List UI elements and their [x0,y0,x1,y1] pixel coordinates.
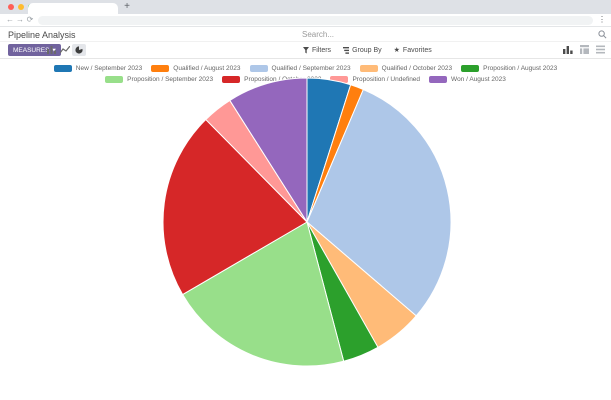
line-chart-icon[interactable] [58,44,72,56]
view-switcher [563,45,605,54]
group-by-button[interactable]: Group By [343,47,382,54]
filters-label: Filters [312,47,331,54]
star-icon: ★ [394,46,400,54]
legend-item[interactable]: Qualified / August 2023 [151,65,240,72]
legend-label: New / September 2023 [76,65,142,72]
bar-chart-icon[interactable] [44,44,58,56]
legend-swatch-icon [105,76,123,83]
legend-swatch-icon [54,65,72,72]
pivot-view-icon[interactable] [580,45,589,54]
legend-item[interactable]: Qualified / September 2023 [250,65,351,72]
back-icon[interactable]: ← [5,14,15,26]
group-by-icon [343,47,349,54]
minimize-window-icon[interactable] [18,4,24,10]
browser-tab[interactable] [28,3,118,14]
legend-label: Qualified / August 2023 [173,65,240,72]
graph-view-icon[interactable] [563,45,573,54]
page-title: Pipeline Analysis [8,30,76,40]
browser-tabstrip: + [0,0,611,14]
forward-icon[interactable]: → [15,14,25,26]
favorites-button[interactable]: ★ Favorites [394,46,432,54]
refresh-icon[interactable]: ⟳ [25,14,35,26]
legend-item[interactable]: New / September 2023 [54,65,142,72]
pie-chart-icon[interactable] [72,44,86,56]
legend-swatch-icon [151,65,169,72]
new-tab-button[interactable]: + [121,0,133,14]
legend-label: Qualified / October 2023 [382,65,452,72]
browser-address-row: ← → ⟳ ⋮ [0,14,611,27]
pie-chart [162,77,452,367]
address-bar[interactable] [38,16,593,25]
control-panel-toolbar: MEASURES ▾ Filters [0,42,611,59]
group-by-label: Group By [352,47,382,54]
search-icon[interactable] [598,30,607,39]
legend-item[interactable]: Proposition / August 2023 [461,65,557,72]
favorites-label: Favorites [403,47,432,54]
list-view-icon[interactable] [596,45,605,54]
legend-swatch-icon [461,65,479,72]
search-facet-buttons: Filters Group By ★ Favorites [303,42,432,58]
legend-label: Qualified / September 2023 [272,65,351,72]
legend-item[interactable]: Qualified / October 2023 [360,65,452,72]
close-window-icon[interactable] [8,4,14,10]
control-panel-top: Pipeline Analysis [0,27,611,42]
legend-label: Won / August 2023 [451,76,506,83]
legend-swatch-icon [360,65,378,72]
browser-menu-icon[interactable]: ⋮ [598,14,606,26]
filters-button[interactable]: Filters [303,47,331,54]
legend-swatch-icon [250,65,268,72]
legend-label: Proposition / August 2023 [483,65,557,72]
filter-funnel-icon [303,47,309,54]
search-input[interactable] [302,28,590,41]
